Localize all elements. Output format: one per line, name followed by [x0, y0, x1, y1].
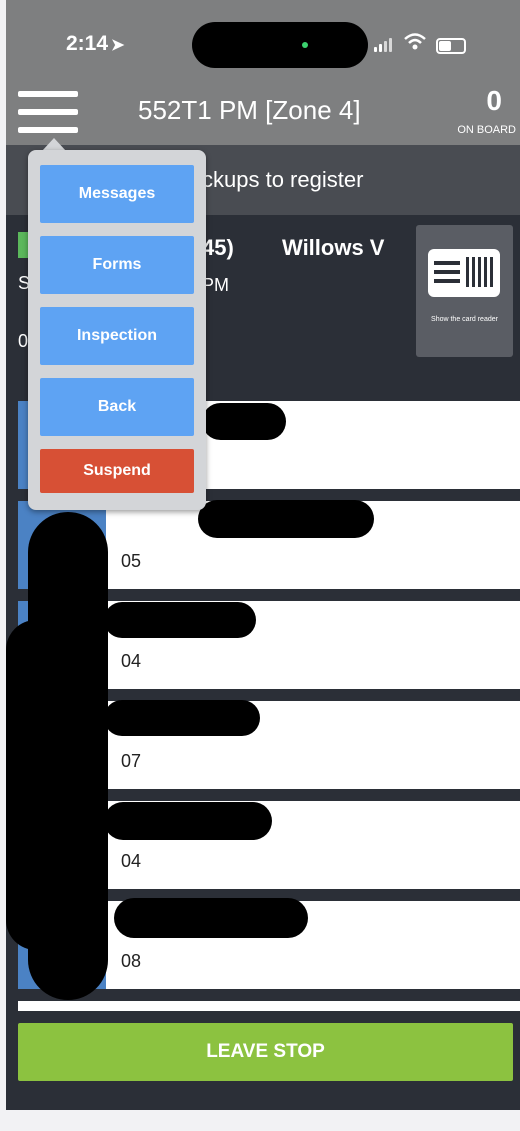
list-item-seat: 07	[121, 751, 142, 771]
list-item-seat: 04	[121, 651, 142, 671]
status-time: 2:14	[66, 32, 109, 55]
hamburger-menu-icon[interactable]	[18, 87, 78, 135]
redaction	[104, 700, 260, 736]
forms-button[interactable]: Forms	[40, 236, 194, 294]
stop-number: 45)	[202, 235, 234, 260]
phone-screen: 2:14 ➤ 552T1 PM [Zone 4] 0 ON BOARD ckup…	[6, 0, 520, 1110]
route-title: 552T1 PM [Zone 4]	[138, 95, 361, 125]
app-header: 552T1 PM [Zone 4] 0 ON BOARD	[6, 85, 520, 145]
dropdown-menu: Messages Forms Inspection Back Suspend	[28, 150, 206, 510]
status-icons	[374, 33, 494, 54]
card-reader-qr-icon	[428, 249, 500, 297]
pickups-banner-text: ckups to register	[202, 167, 364, 192]
location-arrow-icon: ➤	[111, 37, 125, 54]
leave-stop-button[interactable]: LEAVE STOP	[18, 1023, 513, 1081]
onboard-label: ON BOARD	[457, 124, 516, 136]
messages-button[interactable]: Messages	[40, 165, 194, 223]
card-reader-label: Show the card reader	[431, 316, 498, 323]
card-reader-button[interactable]: Show the card reader	[416, 225, 513, 357]
suspend-button[interactable]: Suspend	[40, 449, 194, 493]
redaction	[202, 403, 286, 440]
redaction	[114, 898, 308, 938]
stop-name: Willows V	[282, 235, 385, 260]
stop-time: PM	[202, 275, 229, 295]
list-item-seat: 05	[121, 551, 142, 571]
list-item-seat: 04	[121, 851, 142, 871]
list-item-seat: 08	[121, 951, 142, 971]
onboard-count: 0	[486, 85, 502, 116]
redaction	[104, 802, 272, 840]
wifi-icon	[404, 33, 426, 50]
redaction	[6, 620, 66, 950]
back-button[interactable]: Back	[40, 378, 194, 436]
redaction	[198, 500, 374, 538]
status-time-wrap: 2:14 ➤	[66, 32, 124, 56]
list-item	[18, 1001, 520, 1011]
camera-indicator-icon	[302, 42, 308, 48]
status-bar: 2:14 ➤	[6, 0, 520, 85]
battery-icon	[436, 38, 466, 54]
stop-left-number: 0	[18, 331, 29, 351]
inspection-button[interactable]: Inspection	[40, 307, 194, 365]
dynamic-island	[192, 22, 368, 68]
redaction	[104, 602, 256, 638]
